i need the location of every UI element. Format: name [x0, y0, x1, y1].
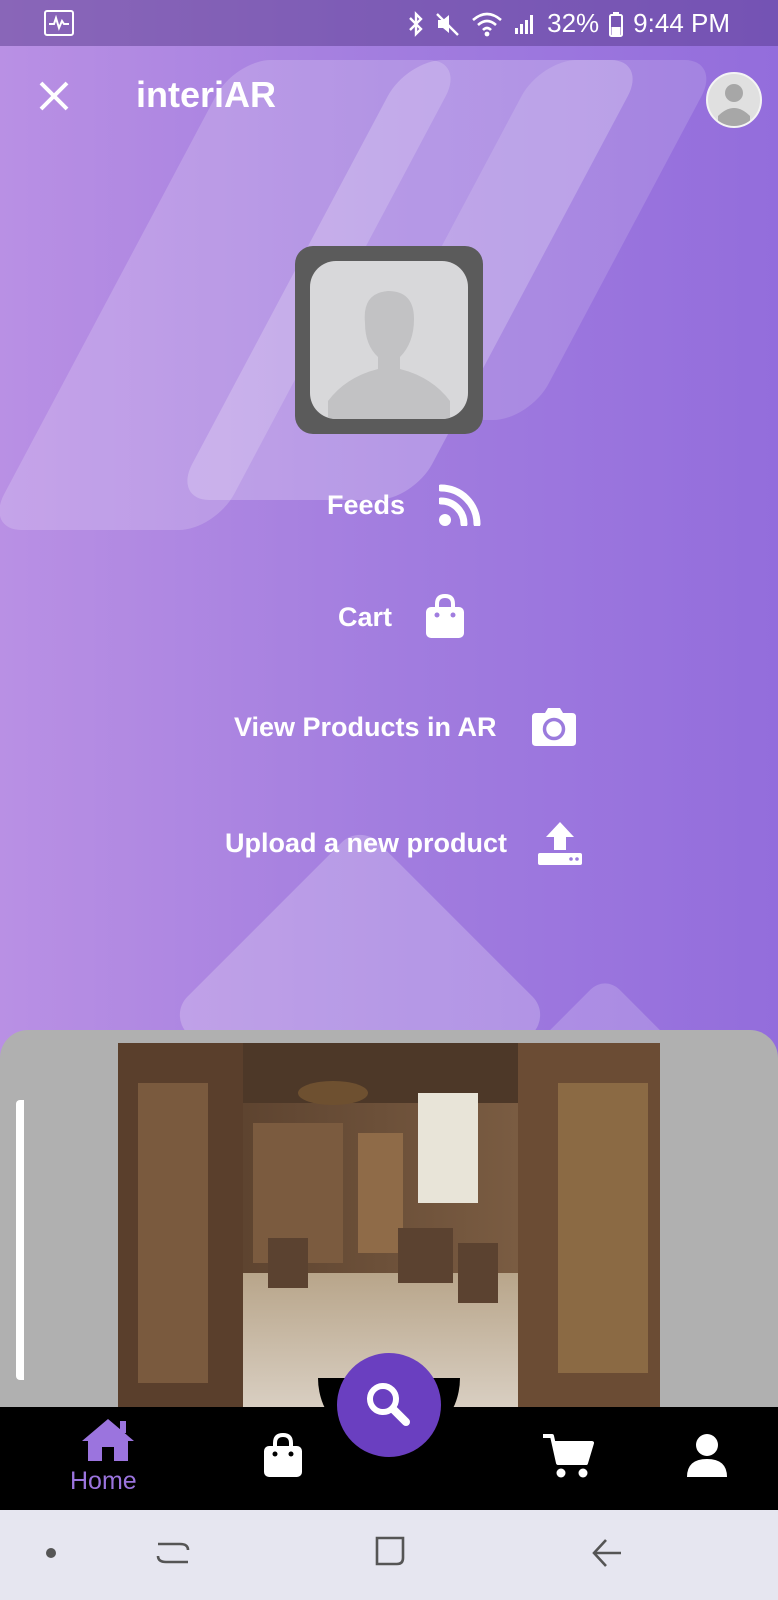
signal-icon — [515, 14, 534, 34]
system-navigation-bar — [0, 1510, 778, 1600]
rss-feed-icon — [439, 484, 481, 526]
home-icon — [82, 1419, 134, 1461]
purple-background — [0, 0, 778, 1206]
profile-picture-image — [310, 261, 468, 419]
app-bar: interiAR — [0, 48, 778, 148]
menu-item-view-products-ar[interactable]: View Products in AR — [234, 707, 577, 747]
cart-icon — [543, 1434, 594, 1478]
nav-profile[interactable] — [686, 1433, 728, 1479]
nav-shop[interactable] — [262, 1432, 304, 1479]
menu-item-feeds[interactable]: Feeds — [327, 484, 481, 526]
nav-home-label: Home — [70, 1467, 137, 1495]
back-icon[interactable] — [590, 1536, 624, 1570]
status-bar: 32% 9:44 PM — [0, 0, 778, 46]
activity-icon — [44, 10, 74, 36]
menu-item-label: View Products in AR — [234, 711, 497, 742]
close-button[interactable] — [30, 72, 78, 120]
camera-icon — [531, 708, 576, 746]
screen: 32% 9:44 PM interiAR Feeds Cart View Pro… — [0, 0, 778, 1600]
close-icon — [39, 81, 69, 111]
mute-icon — [436, 12, 459, 36]
upload-icon — [538, 822, 583, 865]
menu-item-label: Feeds — [327, 489, 406, 520]
clock: 9:44 PM — [633, 8, 730, 38]
wifi-icon — [472, 12, 502, 36]
account-avatar[interactable] — [706, 72, 762, 128]
shopping-bag-icon — [426, 594, 465, 638]
battery-icon — [609, 11, 624, 37]
user-icon — [687, 1434, 727, 1477]
menu-item-cart[interactable]: Cart — [338, 594, 466, 640]
home-square-icon[interactable] — [373, 1534, 407, 1568]
shopping-bag-icon — [264, 1432, 302, 1477]
app-title: interiAR — [136, 74, 277, 115]
dot-icon[interactable] — [44, 1546, 58, 1560]
menu-item-upload-product[interactable]: Upload a new product — [225, 820, 583, 866]
user-placeholder-icon — [718, 84, 750, 126]
nav-cart[interactable] — [542, 1433, 594, 1479]
profile-picture[interactable] — [295, 246, 483, 434]
carousel-card-edge[interactable] — [16, 1100, 24, 1380]
search-icon — [367, 1383, 410, 1426]
recents-icon[interactable] — [156, 1536, 190, 1570]
person-silhouette-icon — [328, 291, 450, 419]
nav-home[interactable] — [80, 1417, 136, 1465]
search-button[interactable] — [337, 1353, 441, 1457]
menu-item-label: Cart — [338, 601, 393, 632]
battery-percent: 32% — [547, 8, 600, 38]
menu-item-label: Upload a new product — [225, 827, 508, 858]
bluetooth-icon — [409, 10, 423, 37]
